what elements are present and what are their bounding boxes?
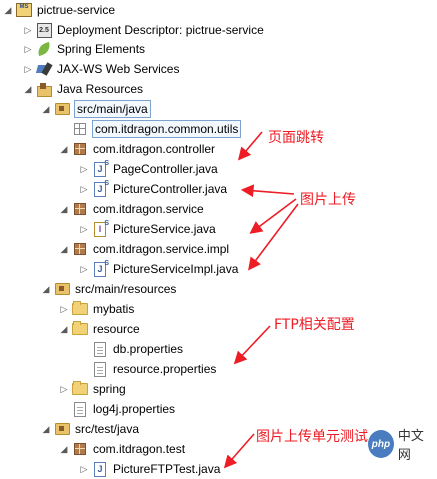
arrow-page-jump xyxy=(237,131,263,161)
watermark-text: 中文网 xyxy=(397,428,424,462)
php-logo-icon: php xyxy=(368,430,394,458)
arrow-upload-controller xyxy=(240,184,295,198)
annotation-upload-unit-test: 图片上传单元测试 xyxy=(256,429,368,445)
annotation-arrows xyxy=(223,131,299,469)
annotation-page-jump: 页面跳转 xyxy=(268,130,324,146)
watermark-badge: php 中文网 xyxy=(368,427,434,462)
arrow-ftp-config xyxy=(233,325,271,365)
arrow-upload-service-impl xyxy=(248,203,299,271)
annotation-image-upload: 图片上传 xyxy=(300,192,356,208)
annotation-ftp-config: FTP相关配置 xyxy=(274,317,355,333)
arrow-unit-test xyxy=(223,433,255,469)
